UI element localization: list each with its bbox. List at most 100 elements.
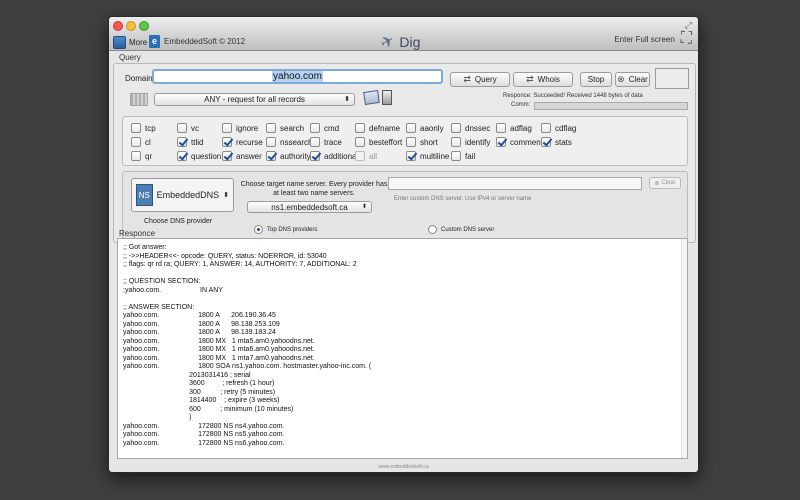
checkbox-unchecked-icon (310, 137, 320, 147)
flag-ttlid-checkbox[interactable]: ttlid (177, 137, 203, 147)
flag-besteffort-checkbox[interactable]: besteffort (355, 137, 402, 147)
flag-cl-checkbox[interactable]: cl (131, 137, 151, 147)
flag-label: all (369, 151, 378, 161)
flag-label: vc (191, 123, 199, 133)
response-scrollbar[interactable] (681, 239, 687, 458)
response-line: yahoo.com. 1800 SOA ns1.yahoo.com. hostm… (123, 363, 372, 370)
query-button-label: Query (474, 75, 497, 84)
query-panel: Domain yahoo.com ⇄ Query ⇄ Whois Stop ⊗ … (113, 63, 696, 243)
flag-label: authority (280, 151, 311, 161)
ns-value: ns1.embeddedsoft.ca (271, 203, 348, 212)
query-section-label: Query (119, 53, 141, 62)
whois-button[interactable]: ⇄ Whois (513, 72, 573, 87)
query-button[interactable]: ⇄ Query (450, 72, 510, 87)
response-line: 1814400 ; expire (3 weeks) (123, 397, 280, 404)
flag-identify-checkbox[interactable]: identify (451, 137, 490, 147)
maximize-window-button[interactable] (139, 21, 149, 31)
flag-label: adflag (510, 123, 532, 133)
app-title: ✈ Dig (378, 32, 421, 53)
checkbox-unchecked-icon (406, 137, 416, 147)
response-line: yahoo.com. 1800 MX 1 mta5.am0.yahoodns.n… (123, 337, 315, 345)
response-line: ;; flags: qr rd ra; QUERY: 1, ANSWER: 14… (123, 261, 357, 268)
flag-stats-checkbox[interactable]: stats (541, 137, 572, 147)
flag-cdflag-checkbox[interactable]: cdflag (541, 123, 576, 133)
flag-dnssec-checkbox[interactable]: dnssec (451, 123, 490, 133)
flag-answer-checkbox[interactable]: answer (222, 151, 262, 161)
flag-label: fail (465, 151, 476, 161)
checkbox-unchecked-icon (355, 151, 365, 161)
record-type-select[interactable]: ANY - request for all records ⬍ (154, 93, 355, 106)
flag-all-checkbox: all (355, 151, 377, 161)
flag-label: multiline (420, 151, 450, 161)
flag-question-checkbox[interactable]: question (177, 151, 221, 161)
checkbox-unchecked-icon (496, 123, 506, 133)
flag-cmd-checkbox[interactable]: cmd (310, 123, 339, 133)
flag-label: nssearch (280, 137, 313, 147)
whois-icon: ⇄ (526, 74, 534, 84)
flag-defname-checkbox[interactable]: defname (355, 123, 400, 133)
response-line: ;; ANSWER SECTION: (123, 303, 195, 311)
document-icon[interactable] (382, 90, 392, 105)
checkbox-checked-icon (222, 151, 232, 161)
flag-tcp-checkbox[interactable]: tcp (131, 123, 156, 133)
more-label: More (129, 37, 148, 47)
brand[interactable]: e EmbeddedSoft © 2012 (149, 35, 245, 48)
custom-dns-radio[interactable]: Custom DNS server (428, 225, 494, 234)
footer-link[interactable]: www.embeddedsoft.ca (109, 464, 698, 470)
record-type-value: ANY - request for all records (204, 95, 305, 104)
flag-label: aaonly (420, 123, 444, 133)
response-line: 300 ; retry (5 minutes) (123, 388, 276, 396)
flag-additional-checkbox[interactable]: additional (310, 151, 358, 161)
flag-fail-checkbox[interactable]: fail (451, 151, 475, 161)
flag-short-checkbox[interactable]: short (406, 137, 438, 147)
mail-icon[interactable] (363, 90, 380, 105)
checkbox-checked-icon (266, 151, 276, 161)
close-window-button[interactable] (113, 21, 123, 31)
flag-vc-checkbox[interactable]: vc (177, 123, 199, 133)
flag-multiline-checkbox[interactable]: multiline (406, 151, 449, 161)
flag-label: cl (145, 137, 151, 147)
checkbox-unchecked-icon (131, 151, 141, 161)
checkbox-unchecked-icon (541, 123, 551, 133)
checkbox-checked-icon (177, 151, 187, 161)
checkbox-checked-icon (406, 151, 416, 161)
flag-aaonly-checkbox[interactable]: aaonly (406, 123, 444, 133)
more-button[interactable]: More (113, 35, 147, 49)
ns-select[interactable]: ns1.embeddedsoft.ca ⬍ (247, 201, 372, 213)
flag-label: recurse (236, 137, 263, 147)
flag-adflag-checkbox[interactable]: adflag (496, 123, 532, 133)
fullscreen-button[interactable]: Enter Full screen ⛶ (614, 31, 692, 47)
response-line: yahoo.com. 1800 A 98.139.183.24 (123, 329, 276, 336)
flag-comments-checkbox[interactable]: comments (496, 137, 547, 147)
flag-nssearch-checkbox[interactable]: nssearch (266, 137, 312, 147)
flag-authority-checkbox[interactable]: authority (266, 151, 311, 161)
flag-label: besteffort (369, 137, 403, 147)
flag-search-checkbox[interactable]: search (266, 123, 304, 133)
custom-clear-label: Clear (661, 180, 676, 186)
target-ns-text: Choose target name server. Every provide… (240, 181, 388, 197)
flag-label: ignore (236, 123, 259, 133)
flag-recurse-checkbox[interactable]: recurse (222, 137, 263, 147)
custom-clear-button[interactable]: ⊗ Clear (649, 177, 681, 189)
flag-label: answer (236, 151, 262, 161)
flag-label: cdflag (555, 123, 577, 133)
checkbox-checked-icon (177, 137, 187, 147)
flag-qr-checkbox[interactable]: qr (131, 151, 152, 161)
ns-icon: NS (136, 184, 153, 206)
stop-button[interactable]: Stop (580, 72, 612, 87)
flag-ignore-checkbox[interactable]: ignore (222, 123, 258, 133)
domain-input[interactable]: yahoo.com (152, 69, 443, 84)
plane-icon: ✈ (377, 31, 399, 54)
top-providers-radio[interactable]: Top DNS providers (254, 225, 317, 234)
response-text-area[interactable]: ;; Got answer:;; ->>HEADER<<- opcode: QU… (117, 238, 688, 459)
minimize-window-button[interactable] (126, 21, 136, 31)
clear-button[interactable]: ⊗ Clear (615, 72, 650, 87)
dns-provider-select[interactable]: NS EmbeddedDNS ⬍ (131, 178, 234, 212)
flag-trace-checkbox[interactable]: trace (310, 137, 342, 147)
custom-dns-input[interactable] (388, 177, 642, 190)
brand-label: EmbeddedSoft © 2012 (164, 37, 246, 46)
flag-label: identify (465, 137, 491, 147)
calendar-icon[interactable] (130, 93, 148, 106)
checkbox-unchecked-icon (131, 123, 141, 133)
query-icon: ⇄ (463, 74, 471, 84)
